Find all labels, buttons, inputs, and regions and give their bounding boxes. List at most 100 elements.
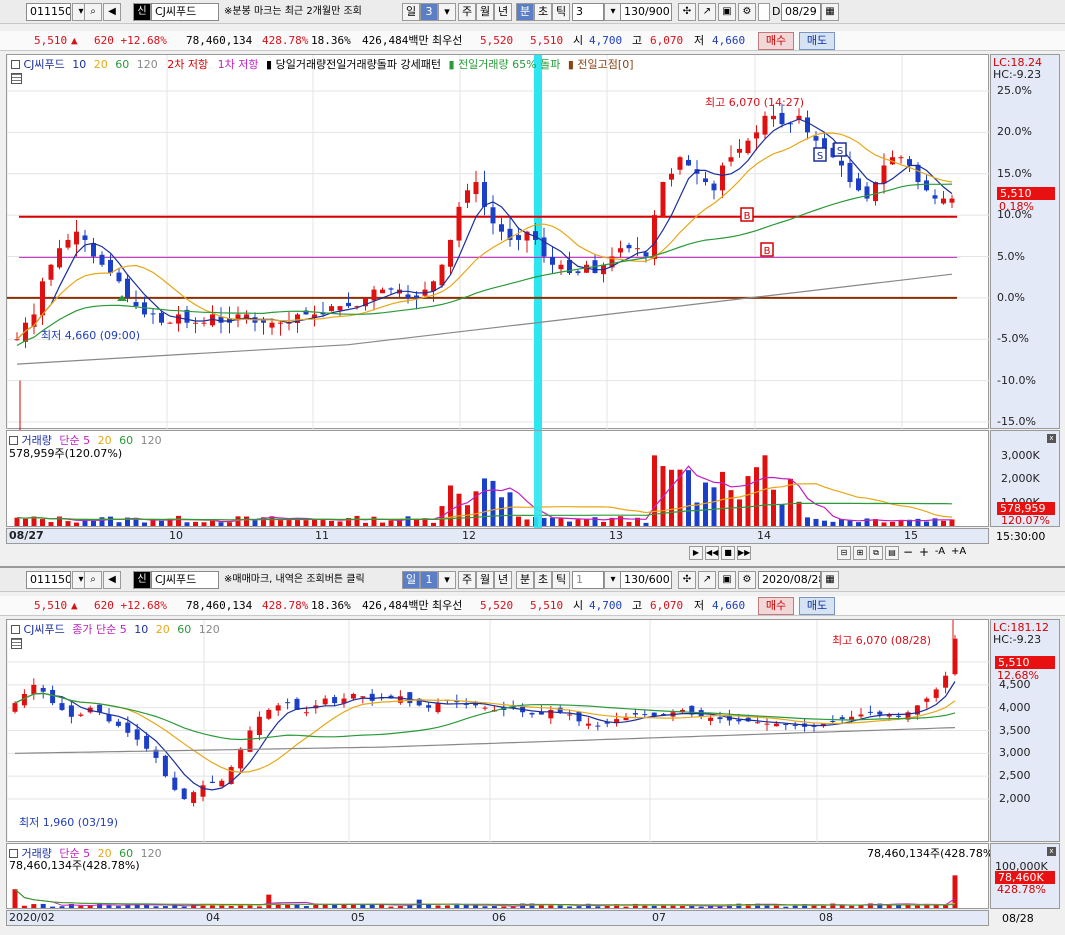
volume-bar: [244, 516, 249, 526]
price-change-2: 620 +12.68%: [94, 599, 167, 612]
layout-icon[interactable]: ▤: [885, 546, 899, 560]
gear-icon-2[interactable]: ⚙: [738, 571, 756, 589]
tools-icon-2[interactable]: ✣: [678, 571, 696, 589]
bottom-price-chart[interactable]: CJ씨푸드 종가 단순 5 10 20 60 120 최고 6,070 (08/…: [6, 619, 990, 843]
grid-toggle-icon-2[interactable]: [11, 638, 22, 649]
scroll-right-button[interactable]: ▶: [689, 546, 703, 560]
forward-button[interactable]: ▶▶: [737, 546, 751, 560]
speaker-icon[interactable]: ◀: [103, 3, 121, 21]
volume-bar: [779, 504, 785, 526]
period-day[interactable]: 일: [402, 3, 420, 21]
date-input[interactable]: 08/29: [781, 3, 821, 21]
volume-bar: [584, 519, 589, 526]
candle-body: [414, 295, 419, 298]
zoom-in-icon[interactable]: ⊞: [853, 546, 867, 560]
close-panel-icon-2[interactable]: x: [1047, 847, 1056, 856]
candle-body: [839, 160, 844, 166]
volume-bar: [669, 469, 674, 526]
period-tick[interactable]: 틱: [552, 3, 570, 21]
period-week[interactable]: 주: [458, 3, 476, 21]
speaker-icon-2[interactable]: ◀: [103, 571, 121, 589]
candle-body: [924, 180, 929, 191]
top-price-chart[interactable]: B B S S CJ씨푸드 10 20 60 120 2차 저항 1차 저항 ▮ 당일…: [6, 54, 990, 430]
sell-button[interactable]: 매도: [799, 32, 835, 50]
rewind-button[interactable]: ◀◀: [705, 546, 719, 560]
period-month[interactable]: 월: [476, 3, 494, 21]
zoom-reset-icon[interactable]: ⧉: [869, 546, 883, 560]
period-day-2[interactable]: 일: [402, 571, 420, 589]
gear-icon[interactable]: ⚙: [738, 3, 756, 21]
stop-button[interactable]: ■: [721, 546, 735, 560]
top-price-axis: LC:18.24 HC:-9.23 25.0% 20.0% 15.0% 10.0% 5.…: [990, 54, 1060, 429]
stock-name-input-2[interactable]: CJ씨푸드: [151, 571, 219, 589]
font-plus-icon[interactable]: +A: [951, 546, 966, 560]
buy-button-2[interactable]: 매수: [758, 597, 794, 615]
grid-toggle-icon[interactable]: [11, 73, 22, 84]
volume-bar: [172, 905, 178, 908]
stock-code-input-2[interactable]: 011150: [26, 571, 71, 589]
period-minute[interactable]: 분: [516, 3, 534, 21]
minus-icon[interactable]: −: [901, 546, 915, 560]
volume-bar: [689, 905, 695, 908]
period-month-2[interactable]: 월: [476, 571, 494, 589]
interval-dropdown[interactable]: ▾: [438, 3, 456, 21]
y-tick-label: -15.0%: [997, 415, 1036, 428]
bottom-volume-chart[interactable]: 거래량 단순 5 20 60 120 78,460,134주(428.78%) …: [6, 843, 998, 909]
period-second[interactable]: 초: [534, 3, 552, 21]
period-second-2[interactable]: 초: [534, 571, 552, 589]
save-icon[interactable]: ▣: [718, 3, 736, 21]
y-tick-label: -10.0%: [997, 373, 1036, 387]
draw-icon[interactable]: ↗: [698, 3, 716, 21]
candle-body: [792, 724, 798, 726]
period-year-2[interactable]: 년: [494, 571, 512, 589]
zoom-out-icon[interactable]: ⊟: [837, 546, 851, 560]
candle-body: [285, 702, 291, 704]
volume-bar: [575, 519, 581, 526]
calendar-icon-2[interactable]: ▦: [821, 571, 839, 589]
interval-dropdown-3[interactable]: ▾: [438, 571, 456, 589]
volume-bar: [924, 521, 929, 526]
d-checkbox[interactable]: [758, 3, 770, 21]
vol-ma120-2: 120: [140, 847, 162, 860]
search-icon-2[interactable]: ⌕: [84, 571, 102, 589]
candle-body: [322, 698, 328, 705]
count-input[interactable]: 130/900: [620, 3, 672, 21]
font-minus-icon[interactable]: -A: [933, 546, 947, 560]
interval-input-2[interactable]: 1: [572, 571, 604, 589]
period-minute-2[interactable]: 분: [516, 571, 534, 589]
top-volume-chart[interactable]: 거래량 단순 5 20 60 120 578,959주(120.07%): [6, 430, 989, 528]
candle-body: [896, 715, 902, 717]
search-icon[interactable]: ⌕: [84, 3, 102, 21]
volume-bar: [822, 520, 827, 526]
candle-body: [686, 159, 691, 166]
sell-button-2[interactable]: 매도: [799, 597, 835, 615]
count-input-2[interactable]: 130/600: [620, 571, 672, 589]
legend-prevvol65: 전일거래량 65% 돌파: [458, 58, 561, 71]
save-icon-2[interactable]: ▣: [718, 571, 736, 589]
stock-name-input[interactable]: CJ씨푸드: [151, 3, 219, 21]
volume-bar: [354, 515, 360, 526]
stock-code-input[interactable]: 011150: [26, 3, 71, 21]
candle-body: [877, 711, 883, 715]
volume-bar: [548, 905, 554, 908]
period-interval-2[interactable]: 1: [420, 571, 438, 589]
candle-body: [779, 112, 785, 125]
period-tick-2[interactable]: 틱: [552, 571, 570, 589]
period-year[interactable]: 년: [494, 3, 512, 21]
date-input-2[interactable]: 2020/08/28: [758, 571, 821, 589]
plus-icon[interactable]: +: [917, 546, 931, 560]
draw-icon-2[interactable]: ↗: [698, 571, 716, 589]
volume-bar: [74, 522, 79, 526]
calendar-icon[interactable]: ▦: [821, 3, 839, 21]
close-panel-icon[interactable]: x: [1047, 434, 1056, 443]
top-volume-axis: x 3,000K 2,000K 1,000K 578,959 120.07%: [990, 430, 1060, 527]
tools-icon[interactable]: ✣: [678, 3, 696, 21]
x-label: 2020/02: [9, 911, 55, 924]
period-week-2[interactable]: 주: [458, 571, 476, 589]
buy-button[interactable]: 매수: [758, 32, 794, 50]
candle-body: [346, 302, 351, 307]
interval-input[interactable]: 3: [572, 3, 604, 21]
period-interval[interactable]: 3: [420, 3, 438, 21]
vol-value: 578,959주(120.07%): [9, 447, 123, 460]
top-legend: CJ씨푸드 10 20 60 120 2차 저항 1차 저항 ▮ 당일거래량전일…: [11, 58, 633, 71]
